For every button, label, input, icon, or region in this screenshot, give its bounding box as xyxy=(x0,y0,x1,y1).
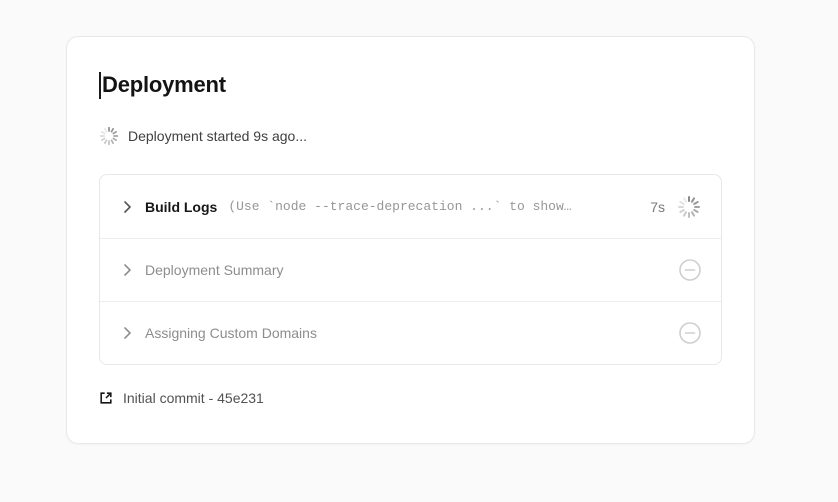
commit-link[interactable]: Initial commit - 45e231 xyxy=(99,390,722,406)
title-row: Deployment xyxy=(99,71,722,99)
deployment-card: Deployment Deployment started 9s ago... … xyxy=(66,36,755,444)
section-label: Assigning Custom Domains xyxy=(145,325,317,341)
chevron-right-icon xyxy=(120,199,136,215)
external-link-icon xyxy=(99,391,113,405)
minus-circle-icon xyxy=(679,322,701,344)
chevron-right-icon xyxy=(120,262,136,278)
minus-circle-icon xyxy=(679,259,701,281)
section-label: Build Logs xyxy=(145,199,217,215)
section-status xyxy=(679,322,701,344)
section-build-logs[interactable]: Build Logs (Use `node --trace-deprecatio… xyxy=(100,175,721,238)
commit-label: Initial commit - 45e231 xyxy=(123,390,264,406)
section-status: 7s xyxy=(650,195,701,219)
spinner-icon xyxy=(99,126,119,146)
page-title: Deployment xyxy=(102,71,226,99)
deployment-steps-accordion: Build Logs (Use `node --trace-deprecatio… xyxy=(99,174,722,365)
section-detail: (Use `node --trace-deprecation ...` to s… xyxy=(228,199,641,214)
section-label: Deployment Summary xyxy=(145,262,284,278)
deployment-status: Deployment started 9s ago... xyxy=(99,126,722,146)
text-cursor xyxy=(99,72,101,99)
section-deployment-summary[interactable]: Deployment Summary xyxy=(100,238,721,301)
status-text: Deployment started 9s ago... xyxy=(128,128,307,144)
chevron-right-icon xyxy=(120,325,136,341)
spinner-icon xyxy=(677,195,701,219)
duration-text: 7s xyxy=(650,199,665,215)
section-assigning-custom-domains[interactable]: Assigning Custom Domains xyxy=(100,301,721,364)
section-status xyxy=(679,259,701,281)
